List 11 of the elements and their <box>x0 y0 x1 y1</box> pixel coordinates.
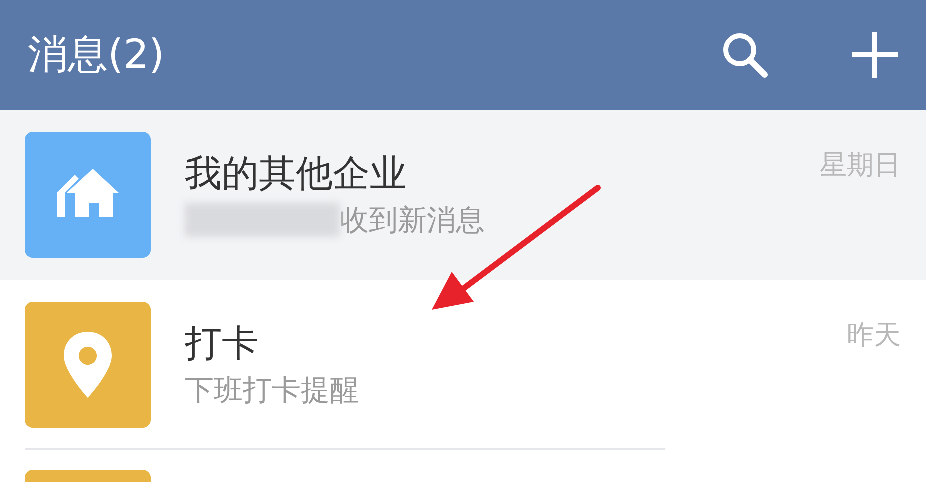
chat-title: 我的其他企业 <box>185 152 408 197</box>
screen-title: 消息(2) <box>28 31 165 80</box>
chat-title: 打卡 <box>185 322 260 367</box>
message-preview: 下班打卡提醒 <box>185 372 359 408</box>
message-preview: 收到新消息 <box>340 202 485 238</box>
message-time: 星期日 <box>820 149 901 183</box>
search-icon[interactable] <box>722 32 768 78</box>
chat-item[interactable]: 我的其他企业 收到新消息 星期日 <box>0 110 926 280</box>
location-pin-icon <box>62 330 114 400</box>
add-icon[interactable] <box>852 32 898 78</box>
message-time: 昨天 <box>847 319 901 353</box>
